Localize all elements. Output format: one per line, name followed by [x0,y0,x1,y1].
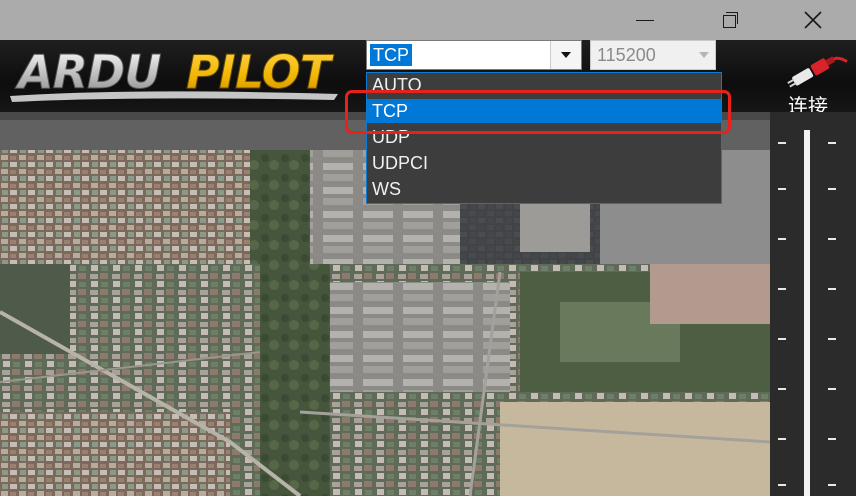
tape-tick [828,188,836,190]
tape-tick [828,338,836,340]
plug-icon [787,56,848,88]
tape-tick [828,388,836,390]
minimize-button[interactable] [618,0,672,40]
tape-tick [778,142,786,144]
ardupilot-logo: ARDU PILOT [10,45,338,102]
baud-rate-select[interactable]: 115200 [590,40,716,70]
tape-tick [778,188,786,190]
restore-icon [723,12,739,28]
tape-tick [828,142,836,144]
tape-tick [778,438,786,440]
baud-rate-value: 115200 [597,45,656,65]
connect-button[interactable]: 连接 [778,44,852,118]
connection-type-value: TCP [370,44,412,66]
dropdown-option-udpci[interactable]: UDPCI [367,151,721,175]
tape-tick [778,388,786,390]
tape-tick [828,238,836,240]
tape-tick [778,238,786,240]
title-bar [0,0,856,40]
altitude-tape [770,112,856,496]
svg-text:ARDU: ARDU [15,45,161,99]
close-button[interactable] [786,0,840,40]
connection-type-select[interactable]: TCP [366,40,582,70]
chevron-down-icon [561,52,571,58]
svg-text:PILOT: PILOT [186,45,335,99]
chevron-down-icon [699,52,709,58]
restore-button[interactable] [704,0,758,40]
tape-tick [828,484,836,486]
close-icon [804,11,822,29]
minimize-icon [636,19,654,21]
tape-tick [778,484,786,486]
tape-tick [828,438,836,440]
highlight-annotation [345,90,731,134]
tape-tick [778,338,786,340]
tape-line [804,130,810,496]
tape-tick [778,288,786,290]
tape-tick [828,288,836,290]
dropdown-option-ws[interactable]: WS [367,177,721,201]
dropdown-arrow-button[interactable] [550,41,581,69]
